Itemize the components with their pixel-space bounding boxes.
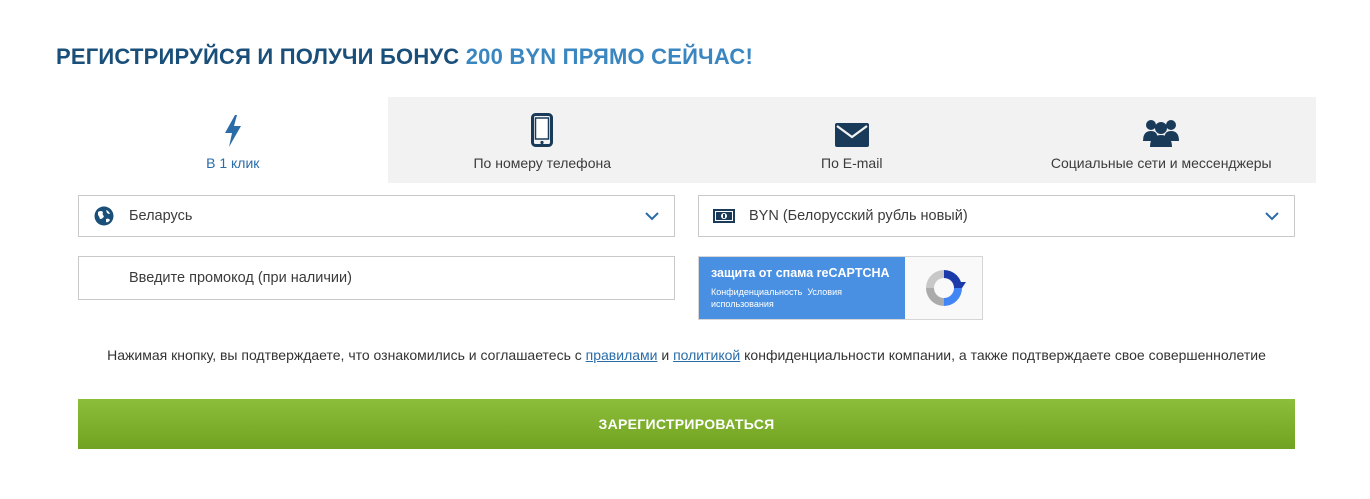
recaptcha-info: защита от спама reCAPTCHA Конфиденциальн… (699, 257, 905, 319)
phone-icon (531, 113, 554, 147)
currency-value: BYN (Белорусский рубль новый) (749, 208, 968, 224)
tab-one-click[interactable]: В 1 клик (78, 97, 388, 183)
policy-link[interactable]: политикой (673, 347, 740, 363)
envelope-icon (834, 113, 869, 147)
page-title: РЕГИСТРИРУЙСЯ И ПОЛУЧИ БОНУС 200 BYN ПРЯ… (56, 44, 753, 70)
promo-code-field[interactable]: Введите промокод (при наличии) (78, 256, 675, 300)
recaptcha-widget[interactable]: защита от спама reCAPTCHA Конфиденциальн… (698, 256, 983, 320)
lightning-icon (223, 113, 243, 147)
users-icon (1143, 113, 1180, 147)
recaptcha-title: защита от спама reCAPTCHA (711, 266, 890, 280)
tab-label: В 1 клик (206, 155, 260, 171)
country-select[interactable]: Беларусь (78, 195, 675, 237)
tab-label: По E-mail (821, 155, 883, 171)
promo-placeholder: Введите промокод (при наличии) (129, 270, 352, 286)
tab-email[interactable]: По E-mail (697, 97, 1007, 183)
tab-social[interactable]: Социальные сети и мессенджеры (1006, 97, 1316, 183)
banknote-icon (699, 209, 749, 223)
recaptcha-logo-icon (905, 257, 982, 319)
country-value: Беларусь (129, 208, 193, 224)
terms-text: Нажимая кнопку, вы подтверждаете, что оз… (107, 347, 1266, 363)
recaptcha-privacy-link[interactable]: Конфиденциальность (711, 287, 802, 297)
tab-label: Социальные сети и мессенджеры (1050, 155, 1272, 171)
title-main: РЕГИСТРИРУЙСЯ И ПОЛУЧИ БОНУС (56, 44, 466, 69)
registration-tabs: В 1 клик По номеру телефона По E-mail Со… (78, 97, 1316, 183)
title-bonus: 200 BYN ПРЯМО СЕЙЧАС! (465, 44, 753, 69)
chevron-down-icon (630, 211, 674, 221)
tab-phone[interactable]: По номеру телефона (387, 97, 697, 183)
currency-select[interactable]: BYN (Белорусский рубль новый) (698, 195, 1295, 237)
globe-icon (79, 206, 129, 226)
rules-link[interactable]: правилами (586, 347, 658, 363)
chevron-down-icon (1250, 211, 1294, 221)
register-button[interactable]: ЗАРЕГИСТРИРОВАТЬСЯ (78, 399, 1295, 449)
tab-label: По номеру телефона (473, 155, 612, 171)
